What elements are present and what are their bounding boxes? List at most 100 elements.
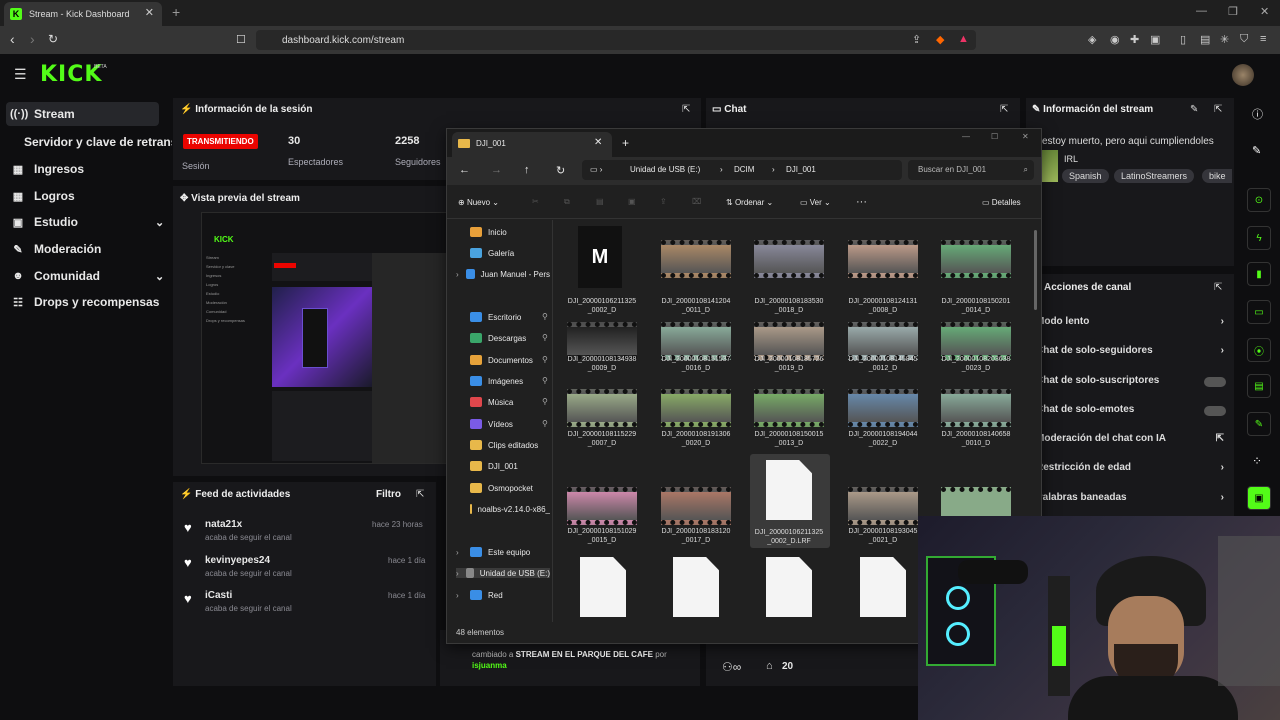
nav-item[interactable]: › Este equipo: [456, 547, 550, 557]
nav-item[interactable]: Descargas: [470, 333, 550, 343]
new-tab-icon[interactable]: +: [622, 136, 629, 150]
doc-icon[interactable]: ▮: [1247, 262, 1271, 286]
file-thumbnail[interactable]: [754, 389, 824, 427]
channel-action-item[interactable]: Palabras baneadas ›: [1036, 492, 1228, 506]
window-close-icon[interactable]: ✕: [1022, 132, 1029, 141]
nav-item[interactable]: Documentos: [470, 355, 550, 365]
search-input[interactable]: Buscar en DJI_001 ⌕: [908, 160, 1034, 180]
expand-arrow-icon[interactable]: ›: [456, 270, 466, 279]
expand-icon[interactable]: ⇱: [416, 489, 424, 500]
kick-icon[interactable]: ▣: [1247, 486, 1271, 510]
expand-icon[interactable]: ⇱: [682, 104, 690, 115]
info-icon[interactable]: ⓘ: [1252, 106, 1263, 122]
file-icon[interactable]: [766, 557, 812, 617]
expand-icon[interactable]: ⇱: [1214, 282, 1222, 293]
nav-item[interactable]: noalbs-v2.14.0-x86_: [470, 504, 550, 514]
feed-user[interactable]: iCasti: [205, 590, 232, 601]
sidebar-item-stream[interactable]: ((·)) Stream: [6, 102, 159, 126]
reload-icon[interactable]: ↻: [48, 32, 58, 46]
expand-arrow-icon[interactable]: ›: [456, 569, 466, 578]
file-name[interactable]: DJI_20000108124131 _0008_D: [838, 297, 928, 315]
vpn-icon[interactable]: ⛉: [1240, 33, 1248, 46]
file-thumbnail[interactable]: [754, 240, 824, 278]
stream-preview-video[interactable]: KICK Stream Servidor y clave Ingresos Logro…: [201, 212, 448, 464]
breadcrumb-item[interactable]: Unidad de USB (E:): [630, 165, 700, 174]
nav-item[interactable]: › Unidad de USB (E:): [456, 568, 550, 578]
expand-icon[interactable]: ⇱: [1214, 104, 1222, 115]
nav-item[interactable]: Escritorio: [470, 312, 550, 322]
tag[interactable]: Spanish: [1062, 169, 1109, 183]
file-icon[interactable]: [580, 557, 626, 617]
feed-user[interactable]: kevinyepes24: [205, 555, 270, 566]
new-tab-button[interactable]: +: [172, 4, 180, 20]
file-name[interactable]: DJI_20000108115229 _0007_D: [557, 430, 647, 448]
file-thumbnail[interactable]: [848, 240, 918, 278]
rename-icon[interactable]: ▣: [628, 197, 636, 206]
file-name[interactable]: DJI_20000108134938 _0009_D: [557, 355, 647, 373]
nav-item[interactable]: Clips editados: [470, 440, 550, 450]
nav-item[interactable]: › Red: [456, 590, 550, 600]
file-name[interactable]: DJI_20000108150201 _0014_D: [931, 297, 1021, 315]
file-thumbnail[interactable]: [661, 389, 731, 427]
file-name[interactable]: DJI_20000106211325 _0002_D.LRF: [744, 528, 834, 546]
browser-tab[interactable]: K Stream - Kick Dashboard ✕: [4, 2, 162, 26]
forward-icon[interactable]: →: [491, 164, 502, 176]
file-thumbnail[interactable]: [661, 240, 731, 278]
wallet-icon[interactable]: ▤: [1200, 33, 1210, 46]
close-tab-icon[interactable]: ✕: [594, 137, 602, 148]
file-thumbnail[interactable]: [941, 389, 1011, 427]
sidebar-item-moderation[interactable]: ✎ Moderación: [10, 237, 101, 261]
share-icon[interactable]: ⇪: [660, 197, 667, 206]
file-icon[interactable]: [860, 557, 906, 617]
bookmark-icon[interactable]: ☐: [236, 33, 246, 46]
details-button[interactable]: ▭ Detalles: [982, 198, 1021, 207]
minimize-icon[interactable]: —: [962, 132, 970, 141]
edit-icon[interactable]: ✎: [1190, 104, 1198, 115]
nav-item[interactable]: Inicio: [470, 227, 550, 237]
delete-icon[interactable]: ⌧: [692, 197, 701, 206]
file-thumbnail[interactable]: [567, 487, 637, 525]
nav-item[interactable]: Música: [470, 397, 550, 407]
channel-action-item[interactable]: Restricción de edad ›: [1036, 462, 1228, 476]
file-name[interactable]: DJI_20000108194044 _0022_D: [838, 430, 928, 448]
extension-icon[interactable]: ▣: [1150, 33, 1160, 46]
category-thumbnail[interactable]: [1042, 150, 1058, 182]
close-tab-icon[interactable]: ✕: [145, 6, 154, 19]
new-button[interactable]: ⊕ Nuevo ⌄: [458, 198, 499, 207]
chat-icon[interactable]: ▭: [1247, 300, 1271, 324]
maximize-icon[interactable]: ☐: [991, 132, 998, 141]
file-name[interactable]: DJI_20000106211325 _0002_D: [557, 297, 647, 315]
nav-item[interactable]: Galería: [470, 248, 550, 258]
file-thumbnail[interactable]: [941, 240, 1011, 278]
view-button[interactable]: ▭ Ver ⌄: [800, 198, 831, 207]
sidebar-item-server-key[interactable]: Servidor y clave de retransmisión: [24, 130, 172, 154]
nav-item[interactable]: DJI_001: [470, 461, 550, 471]
file-thumbnail[interactable]: [661, 487, 731, 525]
lightning-icon[interactable]: ϟ: [1247, 226, 1271, 250]
file-thumbnail[interactable]: [848, 487, 918, 525]
file-name[interactable]: DJI_20000108151029 _0015_D: [557, 527, 647, 545]
sidebar-item-drops[interactable]: ☷ Drops y recompensas: [10, 290, 159, 314]
nav-item[interactable]: Osmopocket: [470, 483, 550, 493]
up-icon[interactable]: ↑: [524, 164, 530, 176]
sidebar-icon[interactable]: ▯: [1180, 33, 1186, 46]
channel-action-item[interactable]: Chat de solo-suscriptores: [1036, 375, 1228, 389]
more-options-button[interactable]: ···: [856, 196, 867, 208]
scrollbar[interactable]: [1034, 230, 1037, 310]
sidebar-item-revenue[interactable]: ▦ Ingresos: [10, 157, 84, 181]
expand-arrow-icon[interactable]: ›: [456, 548, 470, 557]
file-name[interactable]: DJI_20000108183530 _0018_D: [744, 297, 834, 315]
breadcrumb-item[interactable]: DJI_001: [786, 165, 816, 174]
channel-action-item[interactable]: Chat de solo-emotes: [1036, 404, 1228, 418]
file-thumbnail[interactable]: [848, 389, 918, 427]
brave-rewards-icon[interactable]: ▲: [958, 33, 969, 45]
file-thumbnail[interactable]: M: [578, 226, 622, 288]
channel-action-item[interactable]: Modo lento ›: [1036, 316, 1228, 330]
channel-action-item[interactable]: Chat de solo-seguidores ›: [1036, 345, 1228, 359]
file-name[interactable]: DJI_20000108193045 _0021_D: [838, 527, 928, 545]
tag[interactable]: LatinoStreamers: [1114, 169, 1195, 183]
file-thumbnail[interactable]: [567, 389, 637, 427]
emote-icon[interactable]: ⚇∞: [722, 660, 741, 674]
community-icon[interactable]: ⁘: [1252, 454, 1262, 468]
file-name[interactable]: DJI_20000108185726 _0019_D: [744, 355, 834, 373]
